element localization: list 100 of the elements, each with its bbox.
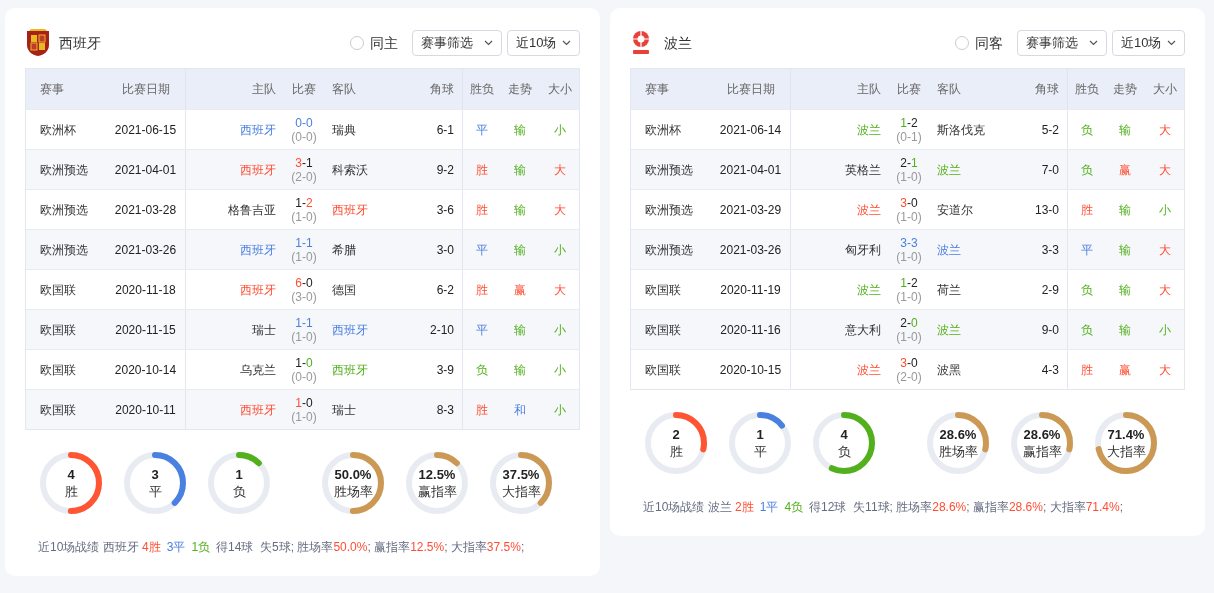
table-cell-text: 13-0 [1034,201,1059,219]
table-cell-text: 3-6 [436,201,454,219]
team-name: 波兰 [664,33,692,53]
size-cell-text: 小 [553,321,567,339]
size-cell-text: 大 [1158,161,1172,179]
ring-label: 平 [753,443,767,460]
score-text: 1-2 [295,195,313,210]
table-cell-text: 欧洲预选 [644,201,694,219]
team-cell-text: 西班牙 [239,281,277,299]
half-time-score: (1-0) [896,209,922,224]
team-cell-text: 瑞士 [251,321,277,339]
ring-value: 4 [840,426,848,443]
team-cell-text: 波兰 [936,241,962,259]
ring-value: 37.5% [502,466,540,483]
team-cell-text: 西班牙 [239,401,277,419]
team-name: 西班牙 [59,33,101,53]
table-cell-text: 2021-03-28 [114,201,177,219]
table-cell-text: 2020-11-15 [115,321,176,339]
score-text: 3-0 [900,195,918,210]
result-cell-text: 胜 [475,281,489,299]
score-text: 1-0 [295,395,313,410]
team-cell-text: 西班牙 [239,241,277,259]
table-cell-text: 2021-04-01 [114,161,177,179]
trend-cell-text: 输 [513,121,527,139]
team-cell-text: 西班牙 [331,361,369,379]
size-cell-text: 小 [1158,201,1172,219]
size-cell-text: 大 [553,161,567,179]
size-cell-text: 大 [553,281,567,299]
table-cell-text: 欧洲杯 [39,121,77,139]
table-cell-text: 3-0 [436,241,454,259]
size-cell-text: 小 [553,361,567,379]
column-header: 胜负 [469,81,495,98]
ring-label: 胜 [64,483,78,500]
result-cell-text: 胜 [475,201,489,219]
result-cell-text: 平 [1080,241,1094,259]
table-cell-text: 5-2 [1041,121,1059,139]
trend-cell-text: 输 [513,321,527,339]
emblem-icon [630,30,652,56]
table-cell-text: 7-0 [1041,161,1059,179]
chevron-down-icon [1089,40,1098,46]
result-cell-text: 胜 [475,161,489,179]
half-time-score: (3-0) [291,289,317,304]
table-cell-text: 2020-11-19 [720,281,781,299]
table-cell-text: 欧洲杯 [644,121,682,139]
result-cell-text: 胜 [1080,201,1094,219]
column-header: 比赛 [291,81,317,98]
table-cell-text: 2-9 [1041,281,1059,299]
score-text: 3-1 [295,155,313,170]
size-cell-text: 大 [1158,241,1172,259]
trend-cell-text: 输 [513,361,527,379]
column-header: 客队 [936,81,962,98]
half-time-score: (1-0) [291,329,317,344]
filter-radio[interactable]: 同客 [955,32,1003,54]
trend-cell-text: 输 [1118,121,1132,139]
ring-value: 1 [756,426,764,443]
filter-dropdown[interactable]: 赛事筛选 [1017,30,1107,56]
trend-cell-text: 赢 [1118,361,1132,379]
ring-label: 大指率 [501,483,541,500]
column-header: 大小 [547,81,573,98]
crest-icon [25,29,51,57]
filter-radio[interactable]: 同主 [350,32,398,54]
score-text: 1-2 [900,115,918,130]
team-cell-text: 荷兰 [936,281,962,299]
chevron-down-icon [562,40,571,46]
filter-dropdown[interactable]: 赛事筛选 [412,30,502,56]
result-cell-text: 平 [475,241,489,259]
table-cell-text: 9-2 [436,161,454,179]
filter-dropdown[interactable]: 近10场 [1112,30,1185,56]
ring-label: 胜场率 [333,483,373,500]
team-cell-text: 德国 [331,281,357,299]
team-cell-text: 瑞典 [331,121,357,139]
score-text: 1-0 [295,355,313,370]
team-cell-text: 匈牙利 [844,241,882,259]
result-cell-text: 平 [475,121,489,139]
trend-cell-text: 输 [1118,321,1132,339]
ring-label: 大指率 [1106,443,1146,460]
trend-cell-text: 赢 [1118,161,1132,179]
team-cell-text: 波兰 [856,281,882,299]
size-cell-text: 小 [1158,321,1172,339]
team-cell-text: 波兰 [856,201,882,219]
ring-value: 1 [235,466,243,483]
score-text: 3-0 [900,355,918,370]
team-cell-text: 希腊 [331,241,357,259]
ring-value: 28.6% [939,426,977,443]
filter-dropdown[interactable]: 近10场 [507,30,580,56]
half-time-score: (2-0) [291,169,317,184]
team-cell-text: 波兰 [856,121,882,139]
trend-cell-text: 输 [513,241,527,259]
table-cell-text: 欧洲预选 [39,161,89,179]
half-time-score: (1-0) [896,249,922,264]
half-time-score: (1-0) [896,329,922,344]
ring-value: 50.0% [334,466,372,483]
score-text: 1-1 [295,235,313,250]
table-cell-text: 2021-04-01 [719,161,782,179]
table-cell-text: 2-10 [429,321,454,339]
ring-label: 负 [232,483,246,500]
result-cell-text: 胜 [1080,361,1094,379]
half-time-score: (1-0) [291,409,317,424]
ring-value: 71.4% [1107,426,1145,443]
result-cell-text: 负 [475,361,489,379]
